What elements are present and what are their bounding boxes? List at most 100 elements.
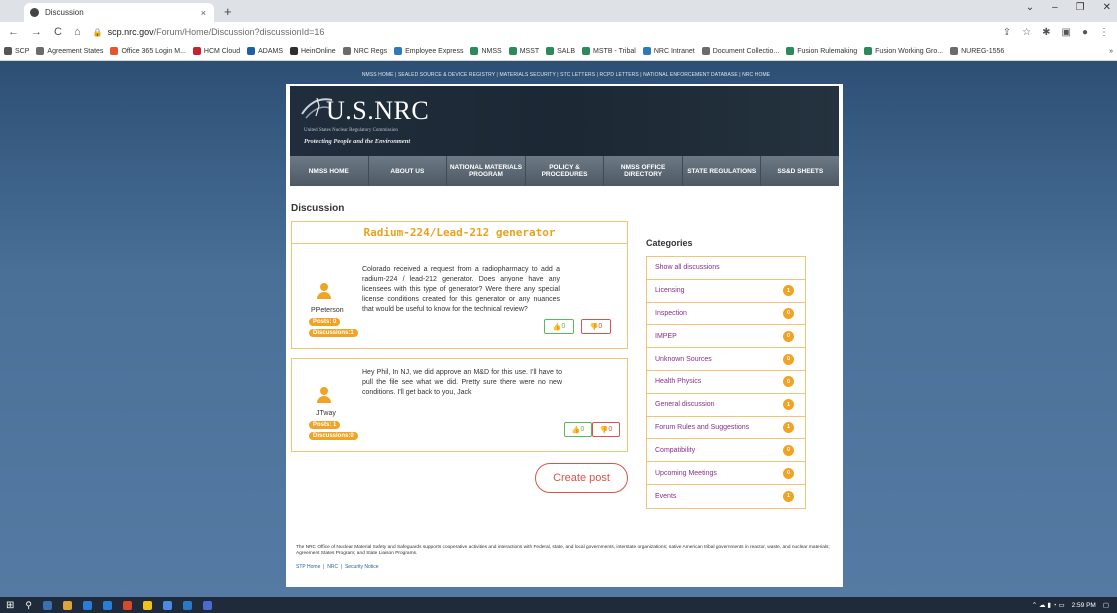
category-count-badge: 0 bbox=[783, 467, 794, 479]
search-icon[interactable]: ⚲ bbox=[25, 600, 32, 611]
taskbar-app-icon[interactable] bbox=[142, 600, 152, 610]
restore-icon[interactable]: ❐ bbox=[1076, 2, 1085, 13]
tab-title: Discussion bbox=[45, 8, 84, 17]
new-tab-button[interactable]: + bbox=[224, 4, 232, 19]
tab-search-icon[interactable]: ⌄ bbox=[1026, 2, 1034, 13]
extensions-icon[interactable]: ✱ bbox=[1042, 27, 1050, 38]
footer-link-stp-home[interactable]: STP Home bbox=[296, 564, 320, 570]
posts-count-badge: Posts: 0 bbox=[309, 318, 341, 326]
bookmark-star-icon[interactable]: ☆ bbox=[1022, 27, 1031, 38]
nav-policy-procedures[interactable]: POLICY & PROCEDURES bbox=[526, 156, 605, 186]
nav-office-directory[interactable]: NMSS OFFICE DIRECTORY bbox=[604, 156, 683, 186]
category-label: Inspection bbox=[655, 309, 687, 317]
taskbar-app-icon[interactable] bbox=[162, 600, 172, 610]
category-item[interactable]: Licensing 1 bbox=[647, 280, 805, 303]
category-item[interactable]: Unknown Sources 0 bbox=[647, 348, 805, 371]
close-window-icon[interactable]: ✕ bbox=[1103, 2, 1111, 13]
category-item[interactable]: General discussion 1 bbox=[647, 394, 805, 417]
bookmark-item[interactable]: SCP bbox=[4, 47, 29, 55]
windows-taskbar: ⊞ ⚲ bbox=[0, 597, 1117, 613]
start-icon[interactable]: ⊞ bbox=[6, 600, 14, 611]
bookmarks-overflow-icon[interactable]: » bbox=[1109, 48, 1113, 55]
bookmark-label: Office 365 Login M... bbox=[121, 47, 186, 55]
category-count-badge: 1 bbox=[783, 285, 794, 297]
browser-tab[interactable]: Discussion × bbox=[24, 3, 214, 22]
home-icon[interactable]: ⌂ bbox=[74, 26, 81, 38]
nav-about-us[interactable]: ABOUT US bbox=[369, 156, 448, 186]
clock[interactable]: 2:59 PM bbox=[1072, 602, 1096, 609]
bookmark-item[interactable]: NMSS bbox=[470, 47, 502, 55]
taskbar-app-icon[interactable] bbox=[122, 600, 132, 610]
bookmark-favicon-icon bbox=[642, 47, 651, 55]
category-item[interactable]: Forum Rules and Suggestions 1 bbox=[647, 417, 805, 440]
post-body: Colorado received a request from a radio… bbox=[362, 266, 560, 313]
bookmark-item[interactable]: Agreement States bbox=[36, 47, 103, 55]
discussion-reply: JTway Posts: 1 Discussions:0 Hey Phil, I… bbox=[291, 358, 628, 452]
bookmark-item[interactable]: Employee Express bbox=[394, 47, 463, 55]
menu-icon[interactable]: ⋮ bbox=[1099, 27, 1109, 38]
category-count-badge: 0 bbox=[783, 353, 794, 365]
minimize-icon[interactable]: – bbox=[1052, 2, 1058, 13]
share-icon[interactable]: ⇪ bbox=[1003, 27, 1011, 38]
category-item[interactable]: Compatibility 0 bbox=[647, 439, 805, 463]
dislike-button[interactable]: 👎 0 bbox=[581, 319, 611, 334]
bookmark-item[interactable]: NRC Regs bbox=[342, 47, 387, 55]
footer-link-security-notice[interactable]: Security Notice bbox=[345, 564, 379, 570]
back-icon[interactable]: ← bbox=[8, 26, 19, 38]
bookmark-item[interactable]: Office 365 Login M... bbox=[110, 47, 186, 55]
bookmark-item[interactable]: MSST bbox=[508, 47, 539, 55]
bookmark-item[interactable]: MSTB - Tribal bbox=[582, 47, 636, 55]
sidebar-icon[interactable]: ▣ bbox=[1062, 27, 1071, 38]
window-controls: ⌄ – ❐ ✕ bbox=[1026, 2, 1111, 13]
url-field[interactable]: 🔒 scp.nrc.gov/Forum/Home/Discussion?disc… bbox=[93, 27, 1003, 37]
taskbar-app-icon[interactable] bbox=[182, 600, 192, 610]
bookmark-item[interactable]: Fusion Rulemaking bbox=[786, 47, 857, 55]
bookmark-favicon-icon bbox=[192, 47, 201, 55]
bookmarks-bar: SCP Agreement States Office 365 Login M...… bbox=[0, 42, 1117, 61]
top-links[interactable]: NMSS HOME | SEALED SOURCE & DEVICE REGIS… bbox=[290, 72, 842, 78]
taskbar-app-icon[interactable] bbox=[62, 600, 72, 610]
category-item[interactable]: IMPEP 0 bbox=[647, 325, 805, 349]
nrc-logo[interactable]: U.S.NRC bbox=[326, 96, 429, 126]
category-item[interactable]: Show all discussions bbox=[647, 257, 805, 280]
tab-close-icon[interactable]: × bbox=[201, 8, 206, 18]
nav-state-regulations[interactable]: STATE REGULATIONS bbox=[683, 156, 762, 186]
nav-national-materials-program[interactable]: NATIONAL MATERIALS PROGRAM bbox=[447, 156, 526, 186]
taskbar-app-icon[interactable] bbox=[42, 600, 52, 610]
category-item[interactable]: Inspection 0 bbox=[647, 303, 805, 326]
bookmark-item[interactable]: NRC Intranet bbox=[642, 47, 695, 55]
like-count: 0 bbox=[580, 426, 585, 433]
bookmark-label: NUREG-1556 bbox=[961, 47, 1005, 55]
forward-icon[interactable]: → bbox=[31, 26, 42, 38]
taskbar-app-icon[interactable] bbox=[82, 600, 92, 610]
bookmark-item[interactable]: ADAMS bbox=[247, 47, 283, 55]
taskbar-app-icon[interactable] bbox=[102, 600, 112, 610]
profile-icon[interactable]: ● bbox=[1082, 27, 1088, 38]
dislike-button[interactable]: 👎 0 bbox=[592, 422, 620, 437]
address-bar: ← → C ⌂ 🔒 scp.nrc.gov/Forum/Home/Discuss… bbox=[0, 22, 1117, 42]
like-button[interactable]: 👍 0 bbox=[544, 319, 574, 334]
create-post-button[interactable]: Create post bbox=[535, 463, 628, 493]
bookmark-item[interactable]: NUREG-1556 bbox=[950, 47, 1004, 55]
post-username[interactable]: PPeterson bbox=[311, 307, 344, 314]
bookmark-item[interactable]: Document Collectio... bbox=[701, 47, 779, 55]
like-button[interactable]: 👍 0 bbox=[564, 422, 592, 437]
category-item[interactable]: Events 1 bbox=[647, 485, 805, 508]
category-item[interactable]: Health Physics 0 bbox=[647, 371, 805, 394]
bookmark-item[interactable]: Fusion Working Gro... bbox=[864, 47, 943, 55]
bookmark-item[interactable]: HeinOnline bbox=[290, 47, 336, 55]
bookmark-item[interactable]: SALB bbox=[546, 47, 575, 55]
tray-icons[interactable]: ⌃ ☁ ▮ ◔ ▭ bbox=[1032, 601, 1065, 609]
category-item[interactable]: Upcoming Meetings 0 bbox=[647, 462, 805, 485]
footer-link-nrc[interactable]: NRC bbox=[327, 564, 338, 570]
nav-ssd-sheets[interactable]: SS&D SHEETS bbox=[761, 156, 839, 186]
bookmark-label: SCP bbox=[15, 47, 30, 55]
bookmark-favicon-icon bbox=[508, 47, 517, 55]
nav-nmss-home[interactable]: NMSS HOME bbox=[290, 156, 369, 186]
notification-icon[interactable]: ▢ bbox=[1103, 601, 1109, 609]
post-username[interactable]: JTway bbox=[316, 410, 336, 417]
user-avatar-icon bbox=[317, 283, 331, 299]
taskbar-app-icon[interactable] bbox=[202, 600, 212, 610]
reload-icon[interactable]: C bbox=[54, 26, 62, 38]
bookmark-item[interactable]: HCM Cloud bbox=[192, 47, 240, 55]
